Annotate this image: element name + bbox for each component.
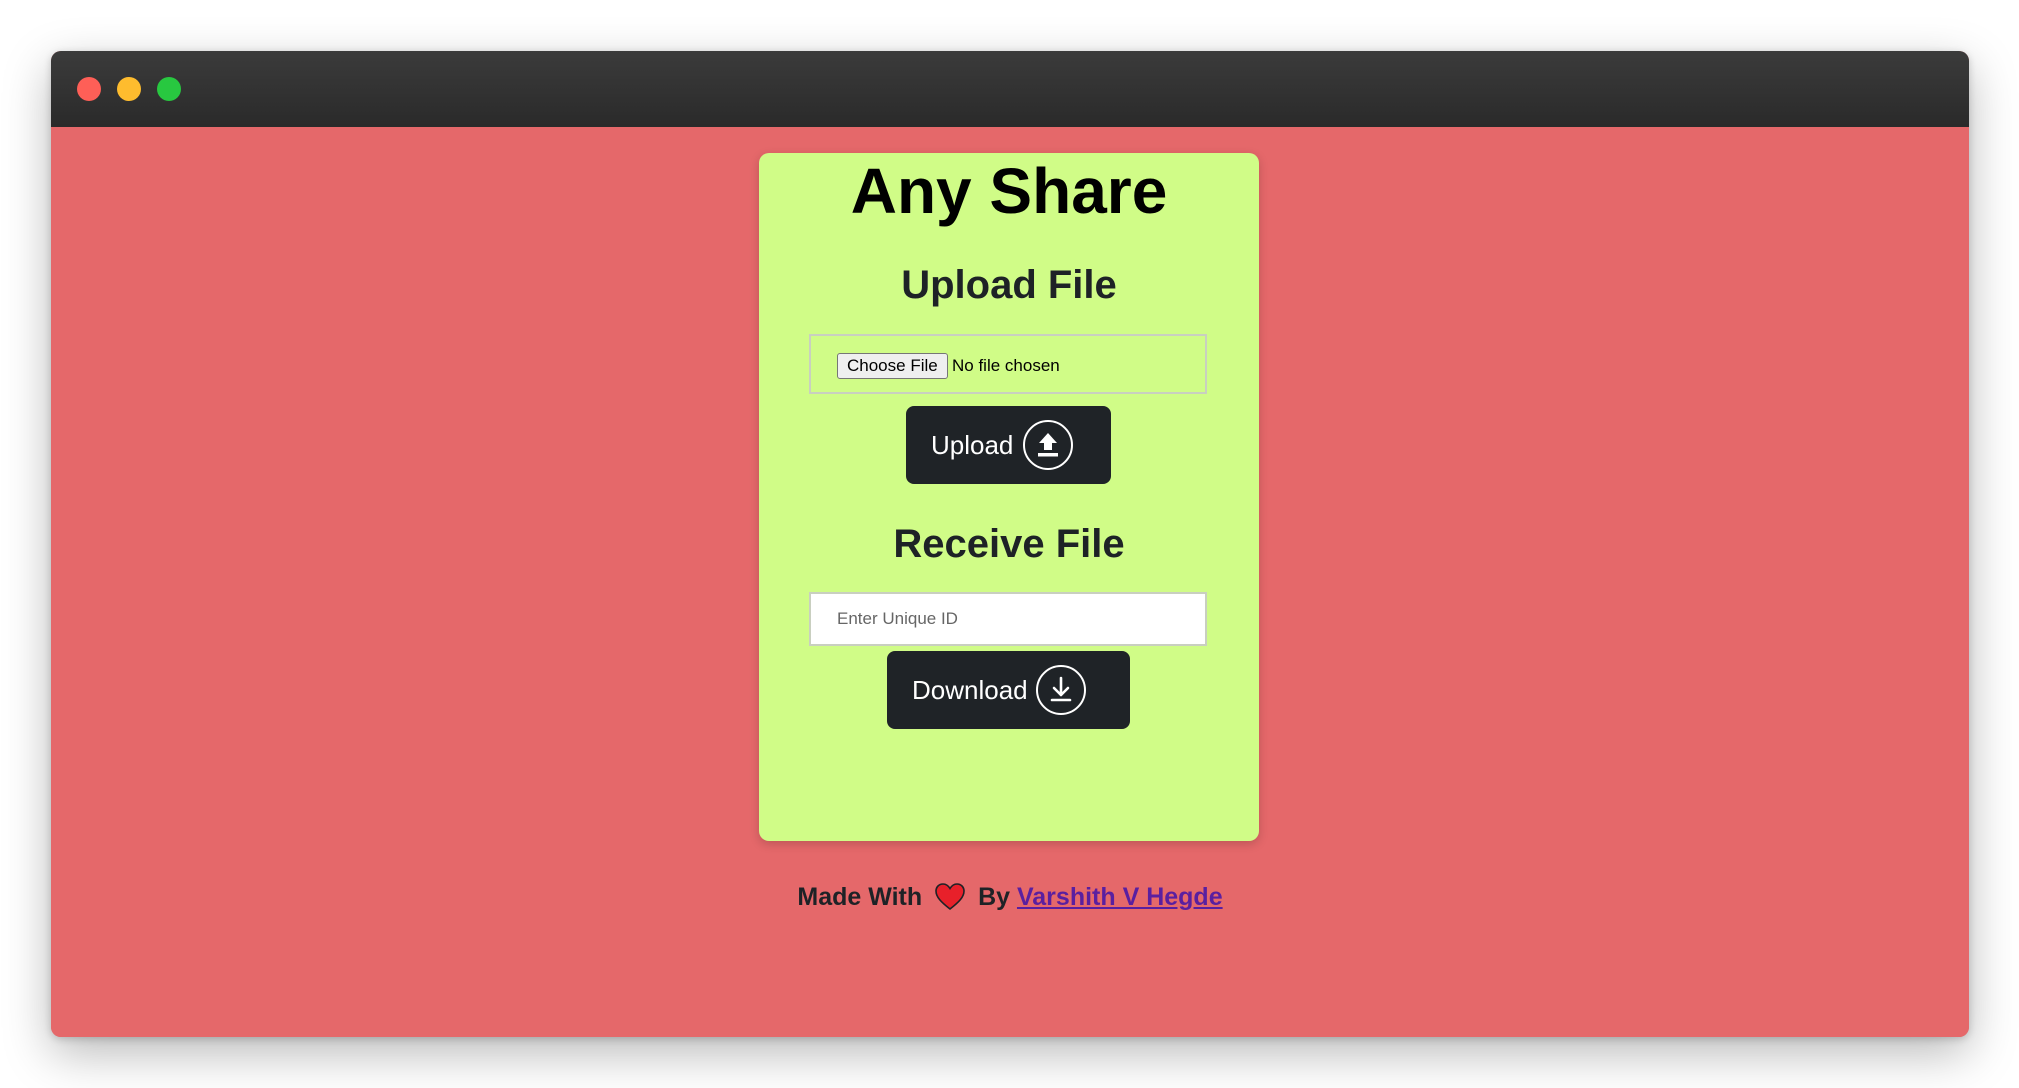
download-circle-icon	[1036, 665, 1086, 715]
choose-file-button[interactable]: Choose File	[837, 353, 948, 379]
upload-circle-icon	[1023, 420, 1073, 470]
heart-icon	[935, 883, 965, 911]
upload-button[interactable]: Upload	[906, 406, 1111, 484]
browser-window: Any Share Upload File Choose File No fil…	[51, 51, 1969, 1037]
download-button[interactable]: Download	[887, 651, 1130, 729]
close-window-button[interactable]	[77, 77, 101, 101]
footer-made-with: Made With	[797, 883, 923, 911]
footer-by: By	[978, 883, 1011, 911]
app-title: Any Share	[850, 155, 1168, 227]
share-card: Any Share Upload File Choose File No fil…	[759, 153, 1259, 841]
file-input-box[interactable]: Choose File No file chosen	[809, 334, 1207, 394]
page-content: Any Share Upload File Choose File No fil…	[51, 127, 1969, 1037]
footer: Made With By Varshith V Hegde	[51, 880, 1969, 914]
maximize-window-button[interactable]	[157, 77, 181, 101]
window-titlebar	[51, 51, 1969, 128]
unique-id-input[interactable]	[809, 592, 1207, 646]
file-status-text: No file chosen	[952, 356, 1060, 375]
download-button-label: Download	[912, 675, 1028, 705]
minimize-window-button[interactable]	[117, 77, 141, 101]
upload-heading: Upload File	[901, 263, 1117, 307]
upload-button-label: Upload	[931, 430, 1014, 460]
author-link[interactable]: Varshith V Hegde	[1017, 883, 1223, 911]
receive-heading: Receive File	[893, 522, 1125, 566]
